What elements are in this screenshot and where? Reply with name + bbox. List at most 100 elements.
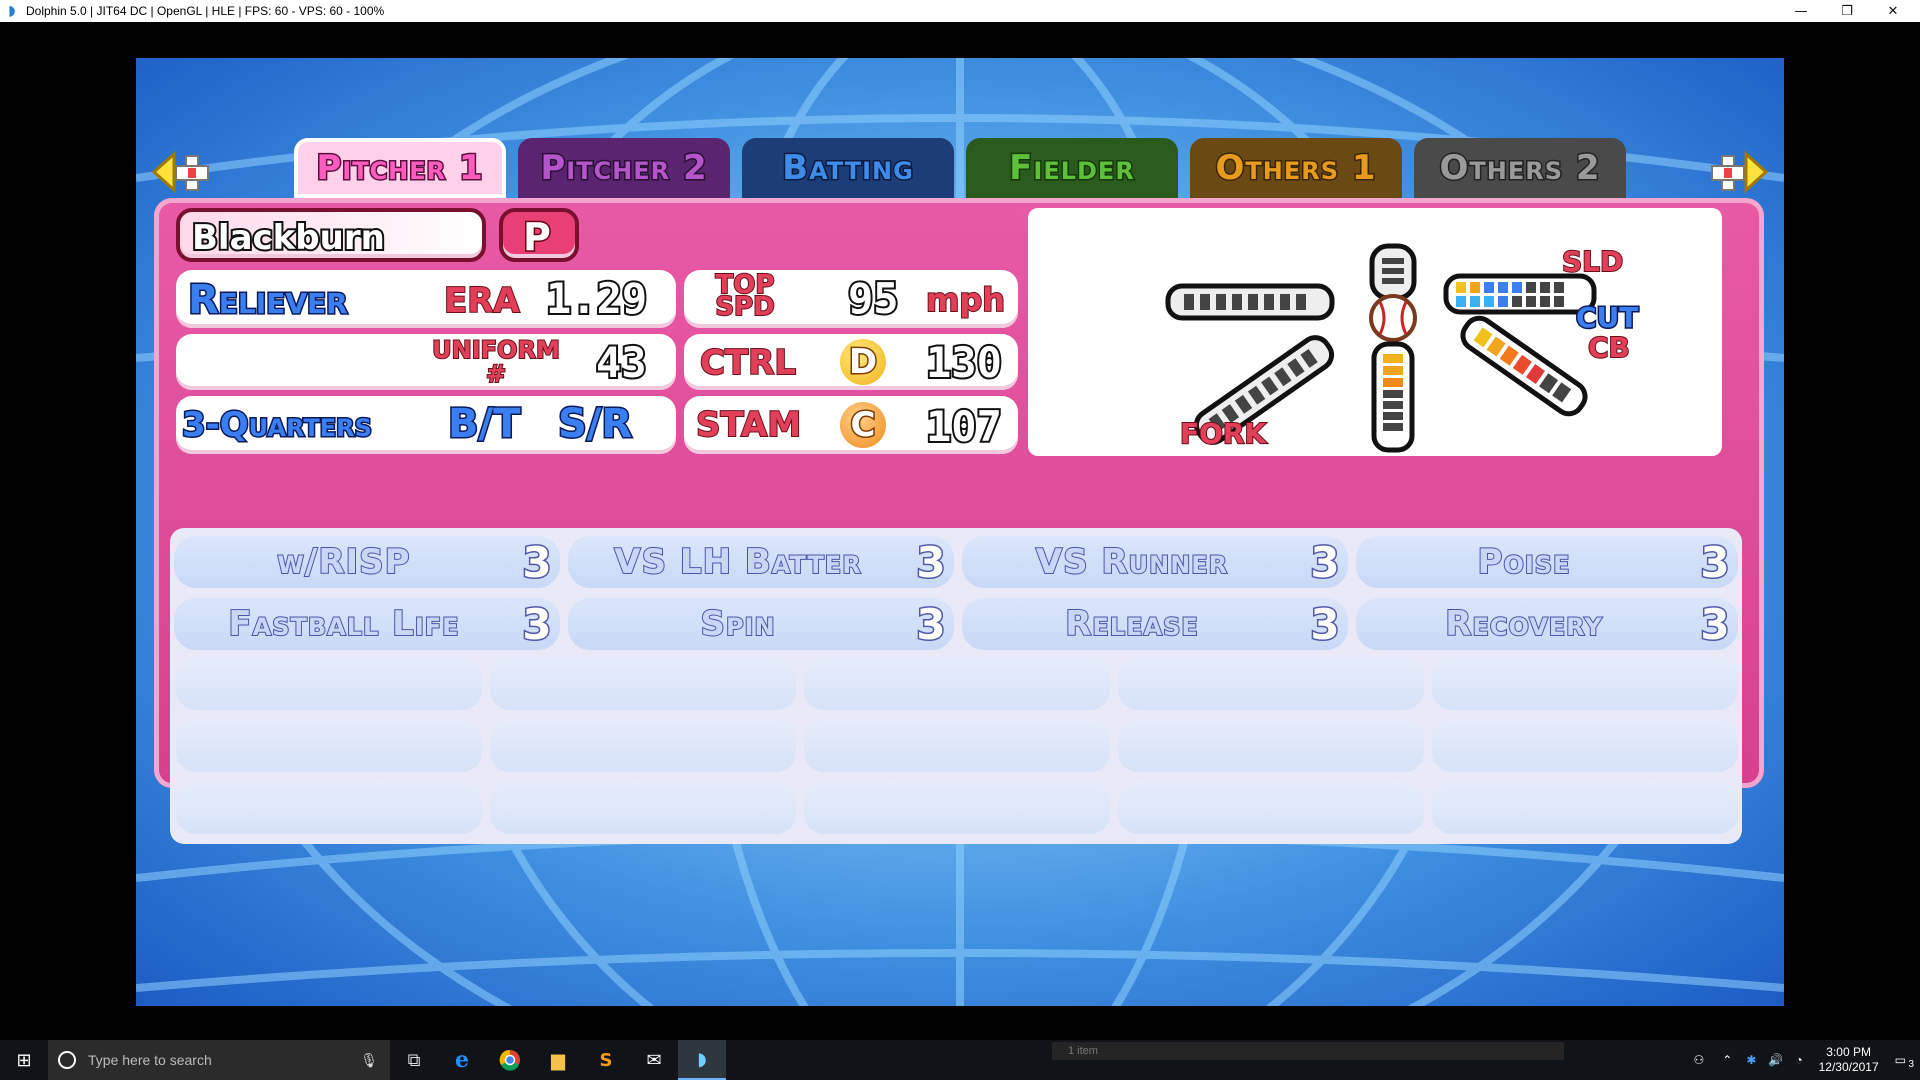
close-button[interactable]: ✕ bbox=[1870, 0, 1916, 22]
ability-spin[interactable]: Spin 3 bbox=[568, 598, 954, 650]
control-grade: D bbox=[840, 339, 886, 385]
minimize-button[interactable]: — bbox=[1778, 0, 1824, 22]
chevron-up-icon[interactable]: ⌃ bbox=[1722, 1053, 1732, 1067]
system-tray: ⚇ ⌃ ✱ 🔊 ◔ 3:00 PM 12/30/2017 ▭ 3 bbox=[1684, 1040, 1920, 1080]
fastball-arrow bbox=[1369, 243, 1417, 301]
ability-recovery[interactable]: Recovery 3 bbox=[1356, 598, 1738, 650]
uniform-number: 43 bbox=[594, 338, 649, 387]
network-icon[interactable]: ◔ bbox=[1795, 1053, 1802, 1067]
tab-others-2[interactable]: Others 2 bbox=[1414, 138, 1626, 198]
dolphin-taskbar-icon[interactable]: ◗ bbox=[678, 1040, 726, 1080]
bats-throws-value: S/R bbox=[556, 401, 633, 447]
curveball-arrow bbox=[1460, 315, 1588, 417]
era-label: ERA bbox=[443, 281, 521, 321]
stamina-label: STAM bbox=[695, 405, 802, 445]
pitch-repertoire-chart: SLD CUT CB FORK bbox=[1028, 208, 1722, 456]
fork-label: FORK bbox=[1179, 417, 1267, 450]
ability-slot-empty[interactable] bbox=[1432, 720, 1738, 772]
position-badge: P bbox=[499, 208, 579, 262]
ability-slot-empty[interactable] bbox=[804, 782, 1110, 834]
next-arrow-icon[interactable] bbox=[1702, 146, 1772, 198]
dolphin-icon: ◗ bbox=[8, 3, 16, 19]
player-name-plate: Blackburn bbox=[176, 208, 486, 262]
slider-arrow bbox=[1443, 273, 1597, 315]
tab-fielder[interactable]: Fielder bbox=[966, 138, 1178, 198]
control-label: CTRL bbox=[699, 343, 797, 383]
prev-arrow-icon[interactable] bbox=[148, 146, 218, 198]
ability-release[interactable]: Release 3 bbox=[962, 598, 1348, 650]
window-titlebar: ◗ Dolphin 5.0 | JIT64 DC | OpenGL | HLE … bbox=[0, 0, 1920, 22]
notification-count: 3 bbox=[1908, 1059, 1914, 1070]
clock[interactable]: 3:00 PM 12/30/2017 bbox=[1819, 1045, 1879, 1075]
delivery-label: 3-Quarters bbox=[181, 405, 374, 445]
chrome-browser-icon[interactable] bbox=[486, 1040, 534, 1080]
top-speed-row: TOP SPD 95 mph bbox=[684, 270, 1018, 328]
ability-slot-empty[interactable] bbox=[1118, 658, 1424, 710]
ability-slot-empty[interactable] bbox=[176, 782, 482, 834]
curveball-label: CB bbox=[1587, 331, 1631, 364]
bats-throws-label: B/T bbox=[446, 401, 521, 447]
ability-slot-empty[interactable] bbox=[490, 658, 796, 710]
bluetooth-icon[interactable]: ✱ bbox=[1746, 1053, 1756, 1067]
ability-slot-empty[interactable] bbox=[176, 658, 482, 710]
tab-batting[interactable]: Batting bbox=[742, 138, 954, 198]
speed-unit: mph bbox=[925, 281, 1006, 319]
special-abilities-grid: w/RISP 3 VS LH Batter 3 VS Runner 3 Poise 3 … bbox=[170, 528, 1742, 844]
windows-start-icon[interactable]: ⊞ bbox=[0, 1040, 48, 1080]
uniform-row: UNIFORM # 43 bbox=[176, 334, 676, 390]
control-value: 130 bbox=[924, 338, 1004, 387]
restore-button[interactable]: ❐ bbox=[1824, 0, 1870, 22]
ability-slot-empty[interactable] bbox=[804, 658, 1110, 710]
uniform-label: UNIFORM # bbox=[431, 336, 561, 388]
windows-taskbar: ⊞ Type here to search 🎙 ⧉ e ▆ S ✉ ◗ 1 it… bbox=[0, 1040, 1920, 1080]
stamina-value: 107 bbox=[924, 402, 1004, 451]
game-screen: Pitcher 1 Pitcher 2 Batting Fielder Othe… bbox=[136, 58, 1784, 1006]
tab-pitcher-2[interactable]: Pitcher 2 bbox=[518, 138, 730, 198]
clock-date: 12/30/2017 bbox=[1818, 1060, 1879, 1074]
era-value: 1.29 bbox=[544, 274, 649, 323]
sublime-text-icon[interactable]: S bbox=[582, 1040, 630, 1080]
taskbar-search-box[interactable]: Type here to search 🎙 bbox=[48, 1040, 390, 1080]
tab-pitcher-1[interactable]: Pitcher 1 bbox=[294, 138, 506, 198]
ability-slot-empty[interactable] bbox=[1432, 782, 1738, 834]
control-row: CTRL D 130 bbox=[684, 334, 1018, 390]
tab-others-1[interactable]: Others 1 bbox=[1190, 138, 1402, 198]
task-view-icon[interactable]: ⧉ bbox=[390, 1040, 438, 1080]
left-pitch-arrow bbox=[1165, 283, 1335, 321]
fork-arrow bbox=[1371, 341, 1415, 453]
delivery-row: 3-Quarters B/T S/R bbox=[176, 396, 676, 454]
role-label: Reliever bbox=[187, 277, 350, 323]
ability-slot-empty[interactable] bbox=[804, 720, 1110, 772]
people-icon[interactable]: ⚇ bbox=[1694, 1053, 1705, 1067]
microphone-icon[interactable]: 🎙 bbox=[360, 1052, 378, 1069]
top-speed-value: 95 bbox=[846, 274, 901, 323]
player-name: Blackburn bbox=[190, 218, 387, 258]
ability-fastball-life[interactable]: Fastball Life 3 bbox=[174, 598, 560, 650]
file-explorer-icon[interactable]: ▆ bbox=[534, 1040, 582, 1080]
stamina-row: STAM C 107 bbox=[684, 396, 1018, 454]
notifications-icon[interactable]: ▭ 3 bbox=[1895, 1053, 1914, 1070]
ability-slot-empty[interactable] bbox=[1432, 658, 1738, 710]
ability-poise[interactable]: Poise 3 bbox=[1356, 536, 1738, 588]
ability-slot-empty[interactable] bbox=[490, 782, 796, 834]
ability-slot-empty[interactable] bbox=[490, 720, 796, 772]
ability-slot-empty[interactable] bbox=[1118, 782, 1424, 834]
cutter-label: CUT bbox=[1574, 301, 1639, 334]
window-title: Dolphin 5.0 | JIT64 DC | OpenGL | HLE | … bbox=[26, 4, 385, 18]
ability-vs-runner[interactable]: VS Runner 3 bbox=[962, 536, 1348, 588]
top-speed-label: TOP SPD bbox=[714, 270, 775, 322]
ability-vs-lh-batter[interactable]: VS LH Batter 3 bbox=[568, 536, 954, 588]
stamina-grade: C bbox=[840, 402, 886, 448]
edge-browser-icon[interactable]: e bbox=[438, 1040, 486, 1080]
role-era-row: Reliever ERA 1.29 bbox=[176, 270, 676, 328]
ability-slot-empty[interactable] bbox=[1118, 720, 1424, 772]
ability-w-risp[interactable]: w/RISP 3 bbox=[174, 536, 560, 588]
slider-label: SLD bbox=[1561, 245, 1624, 278]
baseball-icon bbox=[1369, 294, 1417, 342]
volume-icon[interactable]: 🔊 bbox=[1768, 1053, 1783, 1067]
search-placeholder: Type here to search bbox=[88, 1052, 212, 1068]
items-indicator: 1 item bbox=[1052, 1042, 1564, 1060]
cortana-icon bbox=[58, 1051, 76, 1069]
mail-icon[interactable]: ✉ bbox=[630, 1040, 678, 1080]
ability-slot-empty[interactable] bbox=[176, 720, 482, 772]
